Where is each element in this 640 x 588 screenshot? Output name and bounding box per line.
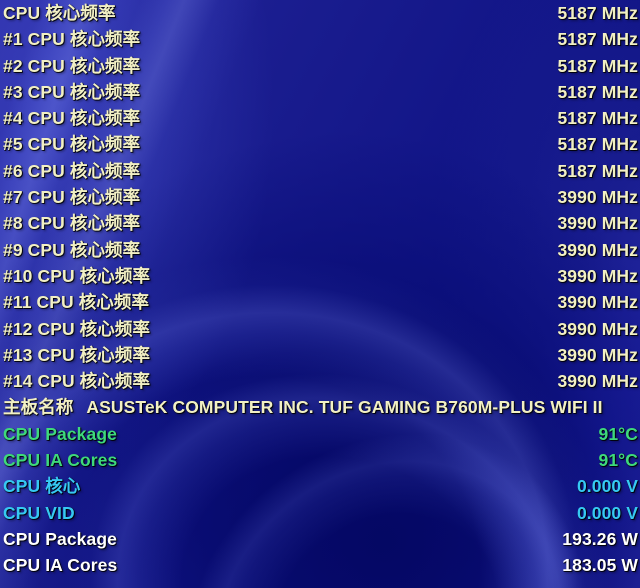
sensor-value: 3990 MHz xyxy=(557,265,638,286)
sensor-row-frequency: #6 CPU 核心频率 5187 MHz xyxy=(0,158,640,184)
sensor-row-frequency: #10 CPU 核心频率 3990 MHz xyxy=(0,263,640,289)
sensor-row-frequency: #13 CPU 核心频率 3990 MHz xyxy=(0,342,640,368)
sensor-label: #6 CPU 核心频率 xyxy=(3,160,141,181)
sensor-label: CPU VID xyxy=(3,502,75,523)
sensor-value: 5187 MHz xyxy=(557,29,638,50)
sensor-label: #4 CPU 核心频率 xyxy=(3,108,141,129)
sensor-label: CPU 核心 xyxy=(3,476,81,497)
sensor-row-power: CPU IA Cores 183.05 W xyxy=(0,552,640,578)
sensor-label: #3 CPU 核心频率 xyxy=(3,81,141,102)
sensor-label: #2 CPU 核心频率 xyxy=(3,55,141,76)
sensor-row-frequency: #7 CPU 核心频率 3990 MHz xyxy=(0,184,640,210)
sensor-value: 3990 MHz xyxy=(557,239,638,260)
sensor-value: 0.000 V xyxy=(576,502,638,523)
sensor-value: 193.26 W xyxy=(562,528,638,549)
sensor-row-frequency: #1 CPU 核心频率 5187 MHz xyxy=(0,26,640,52)
sensor-row-power: CPU Package 193.26 W xyxy=(0,526,640,552)
sensor-label: #14 CPU 核心频率 xyxy=(3,371,151,392)
sensor-value: 3990 MHz xyxy=(557,371,638,392)
sensor-label: #8 CPU 核心频率 xyxy=(3,213,141,234)
sensor-row-frequency: #8 CPU 核心频率 3990 MHz xyxy=(0,210,640,236)
sensor-label: #10 CPU 核心频率 xyxy=(3,265,151,286)
sensor-row-frequency: #5 CPU 核心频率 5187 MHz xyxy=(0,131,640,157)
osd-sensor-list: CPU 核心频率 5187 MHz #1 CPU 核心频率 5187 MHz #2 CP… xyxy=(0,0,640,588)
sensor-row-frequency: #11 CPU 核心频率 3990 MHz xyxy=(0,289,640,315)
sensor-label: #9 CPU 核心频率 xyxy=(3,239,141,260)
sensor-label: #1 CPU 核心频率 xyxy=(3,29,141,50)
sensor-value: 0.000 V xyxy=(576,476,638,497)
screen: CPU 核心频率 5187 MHz #1 CPU 核心频率 5187 MHz #2 CP… xyxy=(0,0,640,588)
sensor-row-frequency: #3 CPU 核心频率 5187 MHz xyxy=(0,79,640,105)
sensor-label: CPU 核心频率 xyxy=(3,3,116,23)
sensor-value: 5187 MHz xyxy=(557,3,638,23)
sensor-label: #13 CPU 核心频率 xyxy=(3,344,151,365)
sensor-label: CPU IA Cores xyxy=(3,450,118,471)
sensor-row-frequency: #4 CPU 核心频率 5187 MHz xyxy=(0,105,640,131)
sensor-label: CPU Package xyxy=(3,528,117,549)
sensor-row-temperature: CPU IA Cores 91°C xyxy=(0,447,640,473)
sensor-row-voltage: CPU 核心 0.000 V xyxy=(0,473,640,499)
sensor-value: 91°C xyxy=(598,423,638,444)
sensor-label: #12 CPU 核心频率 xyxy=(3,318,151,339)
sensor-row-frequency: CPU 核心频率 5187 MHz xyxy=(0,0,640,26)
sensor-label: CPU IA Cores xyxy=(3,555,118,576)
sensor-row-frequency: #14 CPU 核心频率 3990 MHz xyxy=(0,368,640,394)
sensor-value: 3990 MHz xyxy=(557,318,638,339)
sensor-value: 91°C xyxy=(598,450,638,471)
sensor-label: CPU Package xyxy=(3,423,117,444)
sensor-row-frequency: #2 CPU 核心频率 5187 MHz xyxy=(0,53,640,79)
sensor-value: 3990 MHz xyxy=(557,292,638,313)
sensor-row-frequency: #12 CPU 核心频率 3990 MHz xyxy=(0,316,640,342)
sensor-value: 5187 MHz xyxy=(557,160,638,181)
sensor-label: #5 CPU 核心频率 xyxy=(3,134,141,155)
sensor-label: #7 CPU 核心频率 xyxy=(3,187,141,208)
sensor-value: 3990 MHz xyxy=(557,213,638,234)
sensor-label: #11 CPU 核心频率 xyxy=(3,292,150,313)
sensor-row-motherboard: 主板名称 ASUSTeK COMPUTER INC. TUF GAMING B76… xyxy=(0,394,640,420)
sensor-value: 5187 MHz xyxy=(557,134,638,155)
sensor-value: 5187 MHz xyxy=(557,55,638,76)
sensor-value: 5187 MHz xyxy=(557,108,638,129)
sensor-value: 5187 MHz xyxy=(557,81,638,102)
sensor-row-voltage: CPU VID 0.000 V xyxy=(0,500,640,526)
sensor-value: ASUSTeK COMPUTER INC. TUF GAMING B760M-P… xyxy=(86,397,603,418)
sensor-value: 183.05 W xyxy=(562,555,638,576)
sensor-row-frequency: #9 CPU 核心频率 3990 MHz xyxy=(0,237,640,263)
sensor-label: 主板名称 xyxy=(3,397,74,418)
sensor-value: 3990 MHz xyxy=(557,187,638,208)
sensor-value: 3990 MHz xyxy=(557,344,638,365)
sensor-row-temperature: CPU Package 91°C xyxy=(0,421,640,447)
